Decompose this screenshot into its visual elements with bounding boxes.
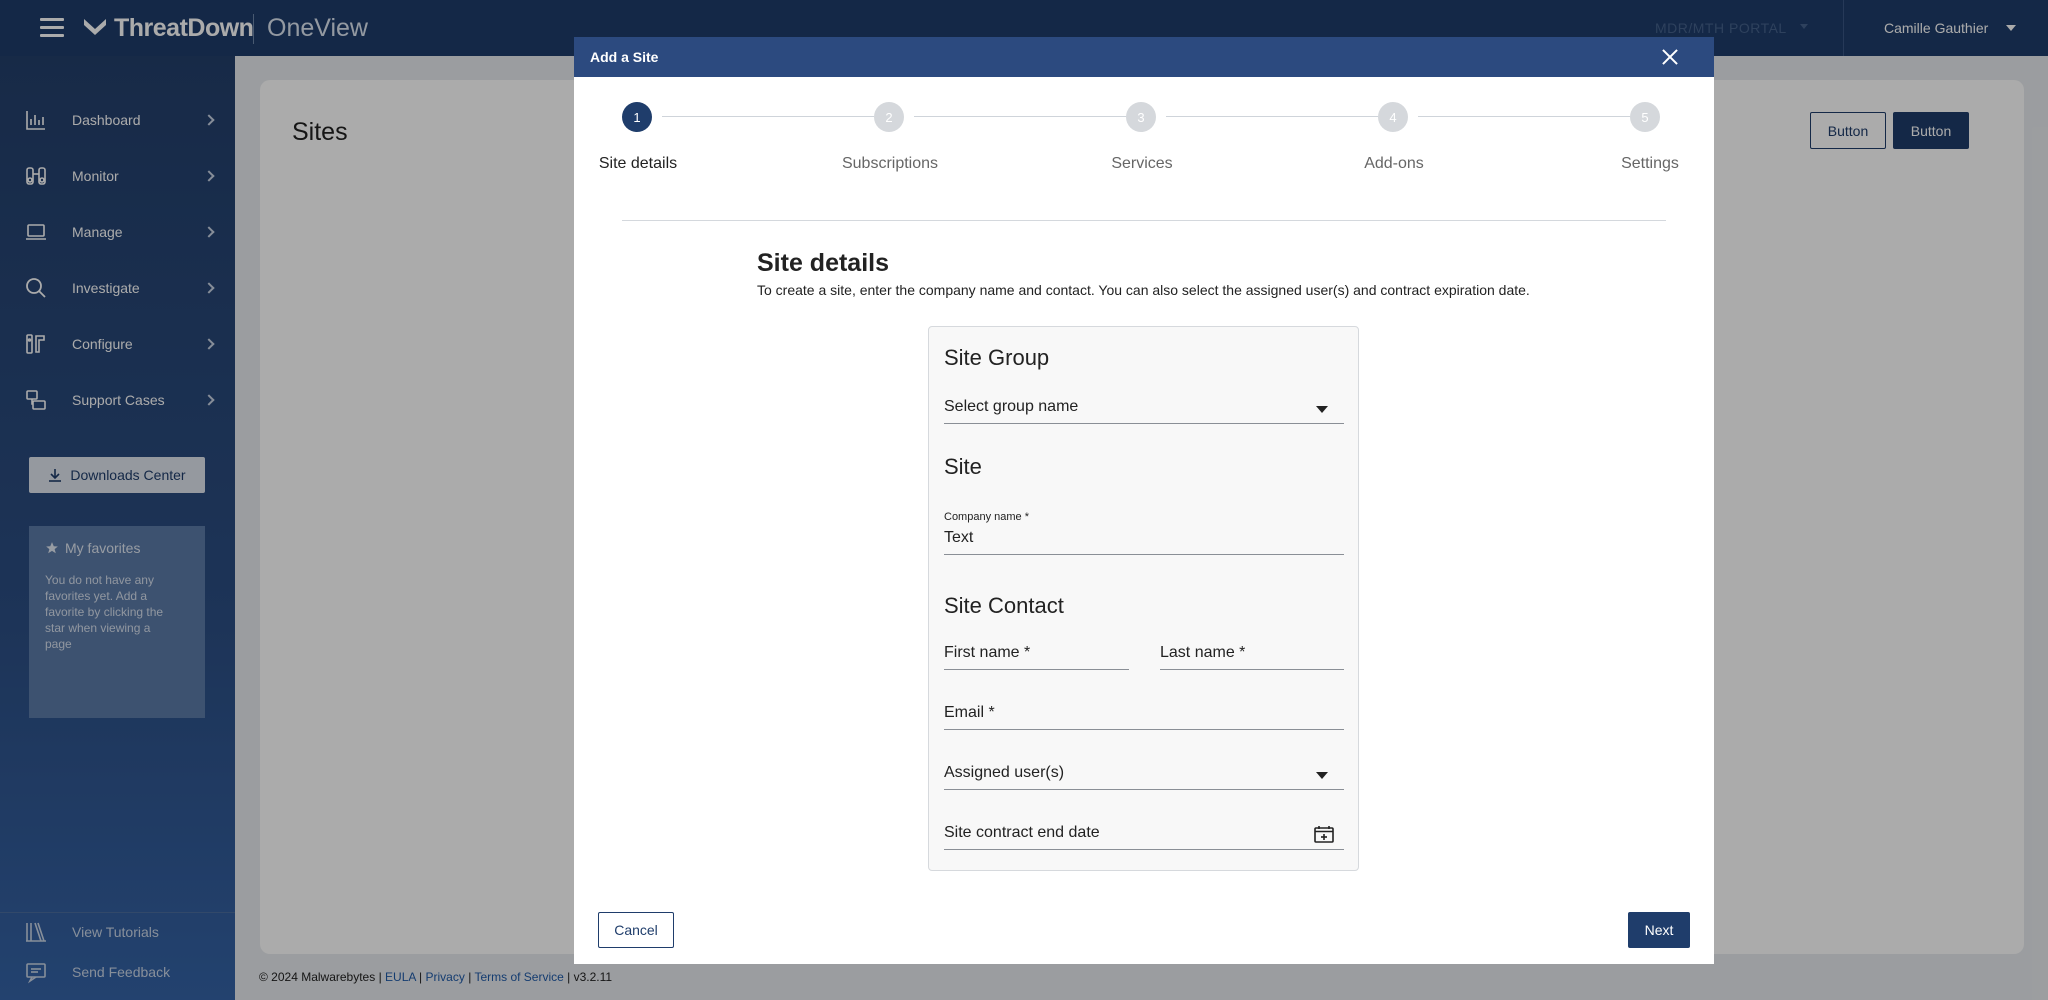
step-1-indicator[interactable]: 1 [622,102,652,132]
dropdown-caret-icon [1316,406,1328,413]
step-4-label[interactable]: Add-ons [1364,155,1424,173]
step-2-label[interactable]: Subscriptions [842,155,938,173]
site-group-heading: Site Group [944,345,1050,370]
modal-header: Add a Site [574,37,1714,77]
calendar-icon[interactable] [1314,825,1334,843]
last-name-label: Last name * [1160,644,1246,661]
assigned-users-select[interactable]: Assigned user(s) [944,760,1344,790]
next-button[interactable]: Next [1628,912,1690,948]
add-site-modal: Add a Site 1 2 3 4 5 Site details Subscr… [574,37,1714,964]
contract-end-date-label: Site contract end date [944,824,1100,841]
assigned-users-label: Assigned user(s) [944,764,1065,781]
last-name-input[interactable]: Last name * [1160,640,1344,670]
section-title: Site details [757,249,889,277]
stepper-connector [914,116,1126,117]
email-label: Email * [944,704,995,721]
company-name-input[interactable]: Text [944,525,1344,555]
stepper-connector [662,116,874,117]
company-name-value: Text [944,529,974,546]
site-details-form: Site Group Select group name Site Compan… [928,326,1359,871]
step-4-indicator[interactable]: 4 [1378,102,1408,132]
site-group-placeholder: Select group name [944,398,1079,415]
section-description: To create a site, enter the company name… [757,282,1530,298]
email-input[interactable]: Email * [944,700,1344,730]
step-3-label[interactable]: Services [1111,155,1172,173]
stepper-connector [1418,116,1630,117]
cancel-button[interactable]: Cancel [598,912,674,948]
stepper-connector [1166,116,1378,117]
close-icon[interactable] [1660,47,1680,67]
dropdown-caret-icon [1316,772,1328,779]
site-contact-heading: Site Contact [944,593,1064,618]
first-name-label: First name * [944,644,1031,661]
stepper-divider [622,220,1666,221]
step-3-indicator[interactable]: 3 [1126,102,1156,132]
step-5-label[interactable]: Settings [1621,155,1679,173]
contract-end-date-input[interactable]: Site contract end date [944,820,1344,850]
site-group-select[interactable]: Select group name [944,394,1344,424]
modal-title: Add a Site [590,49,659,65]
step-1-label[interactable]: Site details [599,155,677,173]
first-name-input[interactable]: First name * [944,640,1129,670]
step-2-indicator[interactable]: 2 [874,102,904,132]
site-heading: Site [944,454,982,479]
step-5-indicator[interactable]: 5 [1630,102,1660,132]
company-name-label: Company name * [944,511,1029,523]
